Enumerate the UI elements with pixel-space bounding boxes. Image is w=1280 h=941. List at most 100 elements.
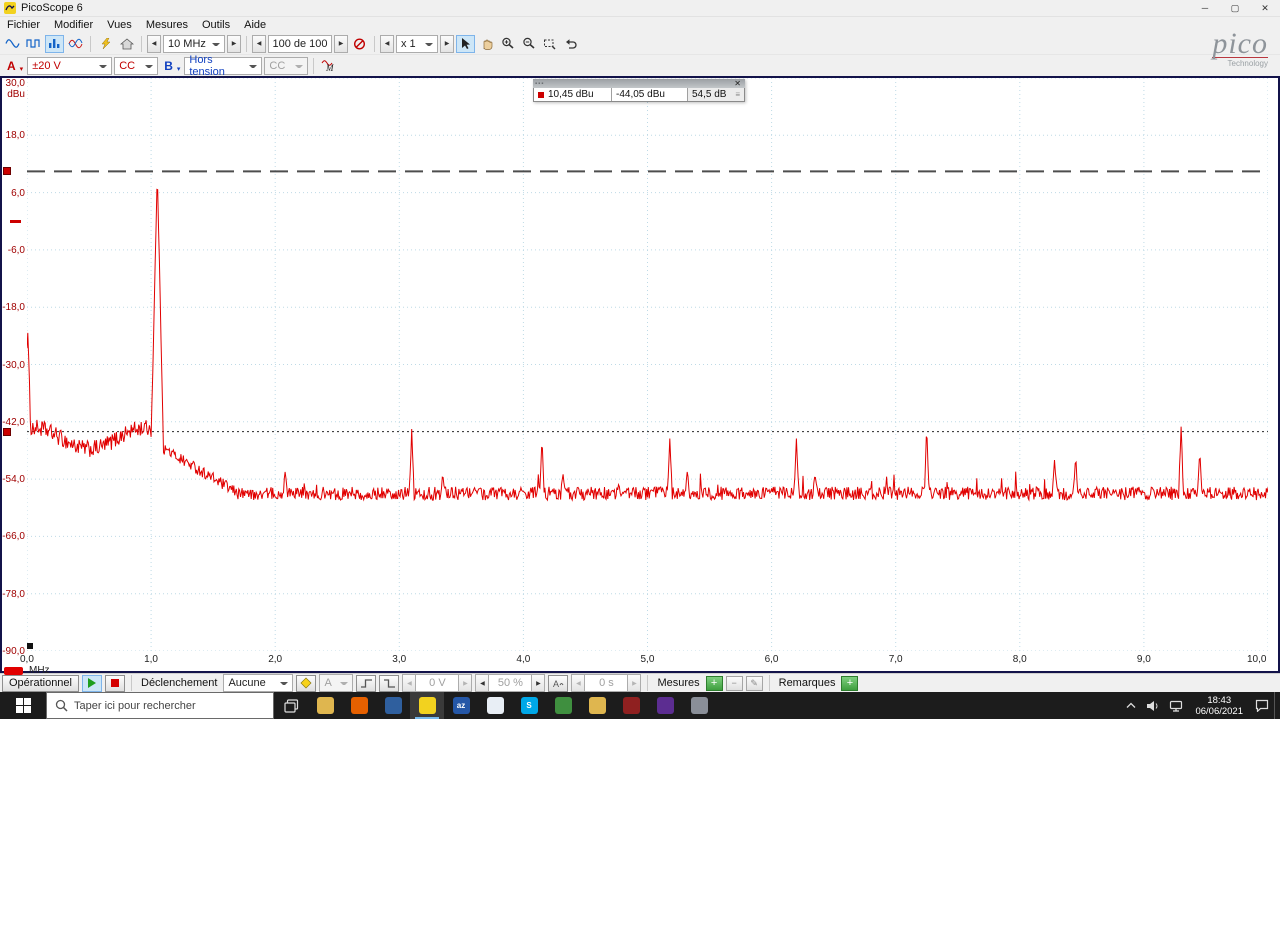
ruler-legend-close-button[interactable]: ✕: [732, 79, 743, 88]
x-axis-trace-badge[interactable]: [4, 667, 23, 675]
zoom-prev-button[interactable]: ◀: [380, 34, 394, 53]
add-remark-button[interactable]: +: [841, 675, 859, 691]
stop-button[interactable]: [105, 674, 125, 692]
taskbar-app-app-darkred[interactable]: [614, 692, 648, 719]
falling-edge-button[interactable]: [379, 674, 400, 692]
spectrum-range-prev-button[interactable]: ◀: [147, 34, 161, 53]
show-desktop-button[interactable]: [1274, 692, 1280, 719]
home-button[interactable]: [117, 35, 136, 53]
taskbar-app-app-purple[interactable]: [648, 692, 682, 719]
y-axis-tick-label: -30,0: [2, 359, 25, 371]
run-stop-button[interactable]: Opérationnel: [2, 674, 79, 692]
channel-b-label[interactable]: B: [164, 59, 173, 73]
speaker-tray-icon[interactable]: [1141, 692, 1164, 719]
ruler-legend-titlebar[interactable]: ▪▪▪ ✕: [533, 79, 745, 88]
discard-buffers-button[interactable]: [350, 35, 369, 53]
action-center-button[interactable]: [1250, 692, 1274, 719]
network-tray-icon[interactable]: [1164, 692, 1188, 719]
math-channels-button[interactable]: M: [319, 57, 338, 75]
pointer-tool-button[interactable]: [456, 34, 475, 53]
channel-a-zero-marker[interactable]: [10, 220, 21, 224]
buffer-position-field[interactable]: 100 de 100: [268, 34, 332, 53]
spectrum-range-select[interactable]: 10 MHz: [163, 34, 225, 53]
taskbar-app-picoscope[interactable]: [410, 692, 444, 719]
scope-view-button[interactable]: [3, 35, 22, 53]
auto-trigger-button[interactable]: A: [548, 674, 569, 692]
signal-generator-button[interactable]: [24, 35, 43, 53]
pretrigger-value[interactable]: 50 %: [489, 674, 532, 692]
threshold-down-button[interactable]: ◀: [402, 674, 417, 692]
menu-mesures[interactable]: Mesures: [139, 18, 195, 32]
undo-zoom-button[interactable]: [561, 35, 580, 53]
channel-b-range-select[interactable]: Hors tension: [184, 54, 263, 78]
taskbar-app-app-green[interactable]: [546, 692, 580, 719]
delay-value[interactable]: 0 s: [585, 674, 628, 692]
axis-drag-handle[interactable]: [27, 643, 33, 649]
trigger-mode-select[interactable]: Aucune: [223, 674, 294, 692]
channel-a-label[interactable]: A: [7, 59, 16, 73]
buffer-next-button[interactable]: ▶: [334, 34, 348, 53]
auto-setup-button[interactable]: [96, 35, 115, 53]
menu-aide[interactable]: Aide: [237, 18, 273, 32]
taskbar-clock[interactable]: 18:43 06/06/2021: [1188, 695, 1250, 717]
task-view-button[interactable]: [274, 692, 308, 719]
channel-a-coupling-select[interactable]: CC: [114, 56, 159, 75]
trigger-source-select[interactable]: A: [319, 674, 354, 692]
channel-a-range-select[interactable]: ±20 V: [27, 56, 113, 75]
delay-down-button[interactable]: ◀: [571, 674, 586, 692]
delay-up-button[interactable]: ▶: [627, 674, 642, 692]
search-box[interactable]: [46, 692, 274, 719]
buffer-prev-button[interactable]: ◀: [252, 34, 266, 53]
zoom-in-tool-button[interactable]: [498, 35, 517, 53]
play-button[interactable]: [82, 674, 102, 692]
taskbar-app-az-app[interactable]: az: [444, 692, 478, 719]
pretrigger-down-button[interactable]: ◀: [475, 674, 490, 692]
search-input[interactable]: [74, 699, 244, 712]
spectrum-range-next-button[interactable]: ▶: [227, 34, 241, 53]
zoom-next-button[interactable]: ▶: [440, 34, 454, 53]
close-button[interactable]: ✕: [1250, 0, 1280, 16]
hidden-icons-chevron[interactable]: [1121, 692, 1141, 719]
network-icon: [1170, 700, 1183, 712]
trigger-mode-value: Aucune: [228, 677, 266, 689]
add-measure-button[interactable]: +: [705, 675, 723, 691]
start-button[interactable]: [0, 692, 46, 719]
maximize-button[interactable]: ▢: [1220, 0, 1250, 16]
x-axis-tick-label: 0,0: [20, 654, 34, 665]
taskbar-app-firefox[interactable]: [342, 692, 376, 719]
menu-modifier[interactable]: Modifier: [47, 18, 100, 32]
taskbar-app-skype[interactable]: S: [512, 692, 546, 719]
channel-b-coupling-select[interactable]: CC: [264, 56, 309, 75]
spectrum-view[interactable]: 30,0 dBu 18,0 6,0 -6,0 -18,0 -30,0 -42,0 -54,0 -6…: [0, 76, 1280, 676]
taskbar-app-file-explorer[interactable]: [308, 692, 342, 719]
edit-measure-button[interactable]: ✎: [745, 675, 763, 691]
persistence-view-button[interactable]: [66, 35, 85, 53]
threshold-value[interactable]: 0 V: [416, 674, 459, 692]
marquee-zoom-tool-button[interactable]: [540, 35, 559, 53]
menu-vues[interactable]: Vues: [100, 18, 139, 32]
menu-fichier[interactable]: Fichier: [0, 18, 47, 32]
spectrum-plot[interactable]: [27, 78, 1268, 651]
remove-measure-button[interactable]: −: [725, 675, 743, 691]
threshold-up-button[interactable]: ▶: [458, 674, 473, 692]
x-axis-tick-label: 4,0: [516, 654, 531, 665]
falling-edge-icon: [383, 678, 395, 688]
rising-edge-button[interactable]: [356, 674, 377, 692]
ruler-legend-box[interactable]: ▪▪▪ ✕ 10,45 dBu -44,05 dBu 54,5 dB ≡: [533, 79, 745, 102]
spectrum-view-button[interactable]: [45, 34, 64, 53]
minimize-button[interactable]: ─: [1190, 0, 1220, 16]
zoom-out-tool-button[interactable]: [519, 35, 538, 53]
zoom-select[interactable]: x 1: [396, 34, 438, 53]
pretrigger-up-button[interactable]: ▶: [531, 674, 546, 692]
y-axis-tick-label: -78,0: [2, 588, 25, 600]
taskbar-app-mail[interactable]: [376, 692, 410, 719]
trigger-marker-button[interactable]: [296, 674, 317, 692]
taskbar-app-folder[interactable]: [580, 692, 614, 719]
ruler-handle[interactable]: [3, 427, 11, 436]
pan-tool-button[interactable]: [477, 35, 496, 53]
menu-outils[interactable]: Outils: [195, 18, 237, 32]
ruler-handle[interactable]: [3, 167, 11, 176]
taskbar-app-remote-desktop[interactable]: [682, 692, 716, 719]
stop-icon: [111, 679, 119, 687]
taskbar-app-calendar[interactable]: [478, 692, 512, 719]
